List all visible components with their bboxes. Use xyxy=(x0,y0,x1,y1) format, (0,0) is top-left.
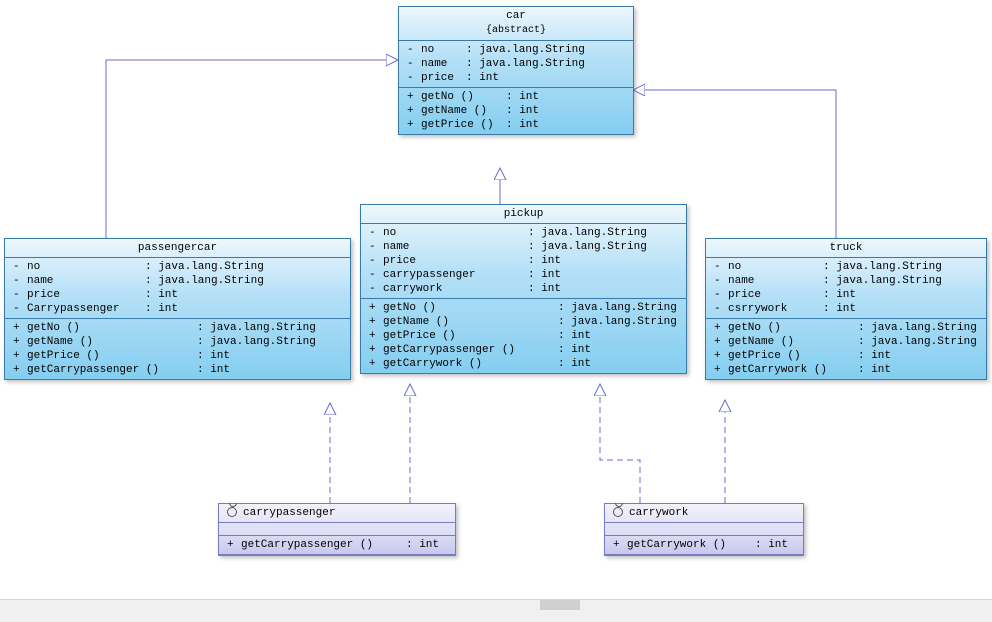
class-name-label: car xyxy=(506,10,526,22)
methods-section: +getNo (): java.lang.String +getName ():… xyxy=(5,319,350,379)
methods-section: +getCarrywork (): int xyxy=(605,536,803,555)
uml-interface-carrypassenger[interactable]: carrypassenger +getCarrypassenger (): in… xyxy=(218,503,456,556)
class-name-label: carrypassenger xyxy=(243,507,335,519)
class-title: car {abstract} xyxy=(399,7,633,41)
status-bar xyxy=(0,599,992,622)
class-title: passengercar xyxy=(5,239,350,258)
class-name-label: carrywork xyxy=(629,507,688,519)
uml-class-passengercar[interactable]: passengercar -no: java.lang.String -name… xyxy=(4,238,351,380)
status-bar-tab[interactable] xyxy=(540,600,580,610)
class-name-label: passengercar xyxy=(138,242,217,254)
methods-section: +getNo (): java.lang.String +getName ():… xyxy=(361,299,686,373)
methods-section: +getNo (): java.lang.String +getName ():… xyxy=(706,319,986,379)
attributes-section: -no: java.lang.String -name: java.lang.S… xyxy=(706,258,986,319)
uml-class-car[interactable]: car {abstract} -no: java.lang.String -na… xyxy=(398,6,634,135)
attributes-section: -no: java.lang.String -name: java.lang.S… xyxy=(5,258,350,319)
interface-icon xyxy=(613,507,623,517)
attributes-section xyxy=(219,523,455,536)
class-title: pickup xyxy=(361,205,686,224)
methods-section: +getNo (): int +getName (): int +getPric… xyxy=(399,88,633,134)
attributes-section: -no: java.lang.String -name: java.lang.S… xyxy=(399,41,633,88)
uml-interface-carrywork[interactable]: carrywork +getCarrywork (): int xyxy=(604,503,804,556)
uml-class-pickup[interactable]: pickup -no: java.lang.String -name: java… xyxy=(360,204,687,374)
class-name-label: pickup xyxy=(504,208,544,220)
class-name-label: truck xyxy=(829,242,862,254)
attributes-section xyxy=(605,523,803,536)
class-stereotype-label: {abstract} xyxy=(486,25,546,36)
class-title: truck xyxy=(706,239,986,258)
class-title: carrypassenger xyxy=(219,504,455,523)
class-title: carrywork xyxy=(605,504,803,523)
interface-icon xyxy=(227,507,237,517)
methods-section: +getCarrypassenger (): int xyxy=(219,536,455,555)
attributes-section: -no: java.lang.String -name: java.lang.S… xyxy=(361,224,686,299)
uml-class-truck[interactable]: truck -no: java.lang.String -name: java.… xyxy=(705,238,987,380)
